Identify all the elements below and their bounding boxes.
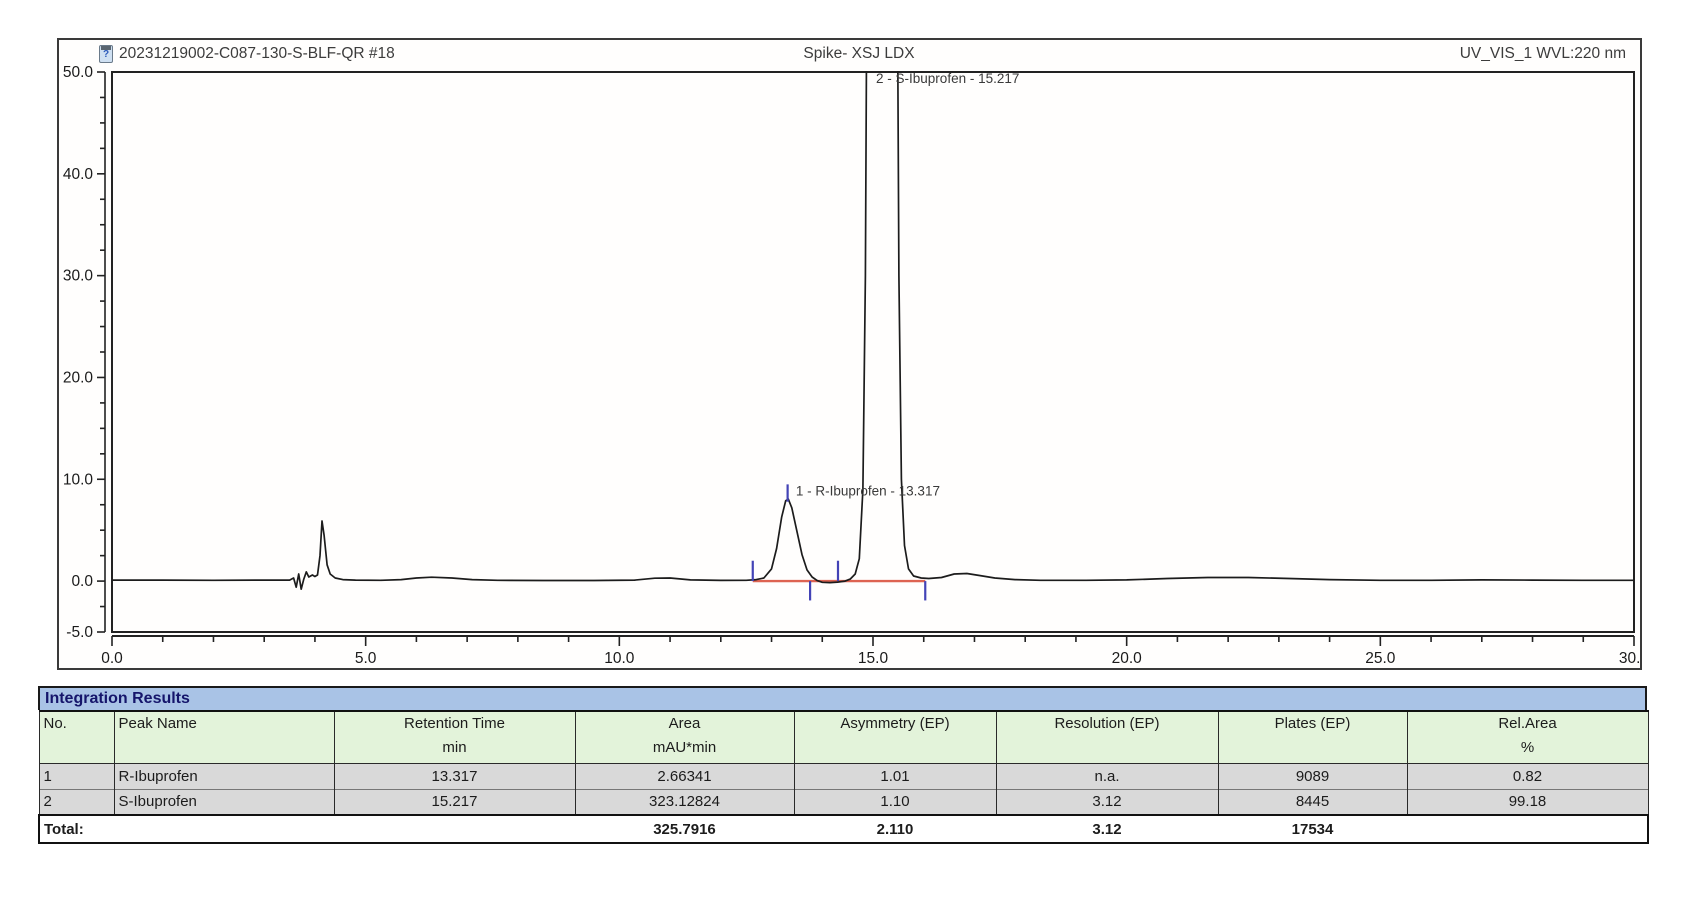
total-label: Total: — [39, 815, 334, 843]
total-asymmetry: 2.110 — [794, 815, 996, 843]
column-unit: % — [1412, 739, 1644, 756]
x-axis: 0.0 5.0 10.0 15.0 20.0 25.0 30.0 — [101, 636, 1640, 667]
column-unit: mAU*min — [580, 739, 790, 756]
x-tick-label: 30.0 — [1619, 650, 1640, 667]
chromatogram-panel: ? 20231219002-C087-130-S-BLF-QR #18 Spik… — [57, 38, 1642, 670]
integration-results-table: No.Peak NameRetention TimeminAreamAU*min… — [38, 710, 1649, 844]
y-tick-label: 20.0 — [63, 369, 94, 386]
y-axis: 50.040.030.020.010.00.0-5.0 — [63, 64, 105, 641]
column-header-asymmetry-ep: Asymmetry (EP) — [794, 711, 996, 763]
cell-resolution-ep: 3.12 — [996, 789, 1218, 815]
column-header-no: No. — [39, 711, 114, 763]
cell-asymmetry-ep: 1.10 — [794, 789, 996, 815]
column-header-rel-area: Rel.Area% — [1407, 711, 1648, 763]
table-row: 1R-Ibuprofen13.3172.663411.01n.a.90890.8… — [39, 763, 1648, 789]
x-tick-label: 10.0 — [604, 650, 635, 667]
chromatogram-report-page: ? 20231219002-C087-130-S-BLF-QR #18 Spik… — [0, 0, 1689, 919]
peak-label: 1 - R-Ibuprofen - 13.317 — [796, 483, 940, 498]
cell-area: 323.12824 — [575, 789, 794, 815]
channel-label: UV_VIS_1 WVL:220 nm — [1460, 45, 1626, 63]
y-tick-label: 10.0 — [63, 471, 94, 488]
sample-header: ? 20231219002-C087-130-S-BLF-QR #18 — [99, 45, 395, 63]
cell-plates-ep: 8445 — [1218, 789, 1407, 815]
y-tick-label: 40.0 — [63, 166, 94, 183]
total-retention-time — [334, 815, 575, 843]
plot-border — [112, 72, 1634, 632]
table-title: Integration Results — [38, 686, 1647, 710]
cell-peak-name: R-Ibuprofen — [114, 763, 334, 789]
peak-label: 2 - S-Ibuprofen - 15.217 — [876, 71, 1019, 86]
column-header-retention-time: Retention Timemin — [334, 711, 575, 763]
signal-trace — [112, 40, 1634, 589]
x-tick-label: 5.0 — [355, 650, 377, 667]
y-tick-label: 30.0 — [63, 268, 94, 285]
cell-peak-name: S-Ibuprofen — [114, 789, 334, 815]
table-header-row: No.Peak NameRetention TimeminAreamAU*min… — [39, 711, 1648, 763]
x-tick-label: 25.0 — [1365, 650, 1396, 667]
cell-no: 2 — [39, 789, 114, 815]
y-tick-label: -5.0 — [66, 624, 93, 641]
x-tick-label: 15.0 — [858, 650, 889, 667]
cell-retention-time: 13.317 — [334, 763, 575, 789]
total-plates: 17534 — [1218, 815, 1407, 843]
chart-header: ? 20231219002-C087-130-S-BLF-QR #18 Spik… — [59, 40, 1640, 70]
cell-retention-time: 15.217 — [334, 789, 575, 815]
sample-vial-icon: ? — [99, 45, 113, 63]
cell-rel-area: 99.18 — [1407, 789, 1648, 815]
injection-title: Spike- XSJ LDX — [679, 45, 1039, 63]
cell-rel-area: 0.82 — [1407, 763, 1648, 789]
cell-resolution-ep: n.a. — [996, 763, 1218, 789]
total-area: 325.7916 — [575, 815, 794, 843]
total-row: Total: 325.79162.1103.1217534 — [39, 815, 1648, 843]
cell-area: 2.66341 — [575, 763, 794, 789]
x-tick-label: 0.0 — [101, 650, 123, 667]
cell-asymmetry-ep: 1.01 — [794, 763, 996, 789]
chromatogram-plot: 50.040.030.020.010.00.0-5.00.05.010.015.… — [59, 40, 1640, 668]
column-unit: min — [339, 739, 571, 756]
column-header-plates-ep: Plates (EP) — [1218, 711, 1407, 763]
table-row: 2S-Ibuprofen15.217323.128241.103.1284459… — [39, 789, 1648, 815]
cell-no: 1 — [39, 763, 114, 789]
column-header-area: AreamAU*min — [575, 711, 794, 763]
total-rel-area — [1407, 815, 1648, 843]
cell-plates-ep: 9089 — [1218, 763, 1407, 789]
column-header-resolution-ep: Resolution (EP) — [996, 711, 1218, 763]
total-resolution: 3.12 — [996, 815, 1218, 843]
x-tick-label: 20.0 — [1112, 650, 1143, 667]
y-tick-label: 0.0 — [71, 573, 93, 590]
integration-results-section: Integration Results No.Peak NameRetentio… — [38, 686, 1647, 844]
sample-label: 20231219002-C087-130-S-BLF-QR #18 — [119, 45, 395, 63]
column-header-peak-name: Peak Name — [114, 711, 334, 763]
